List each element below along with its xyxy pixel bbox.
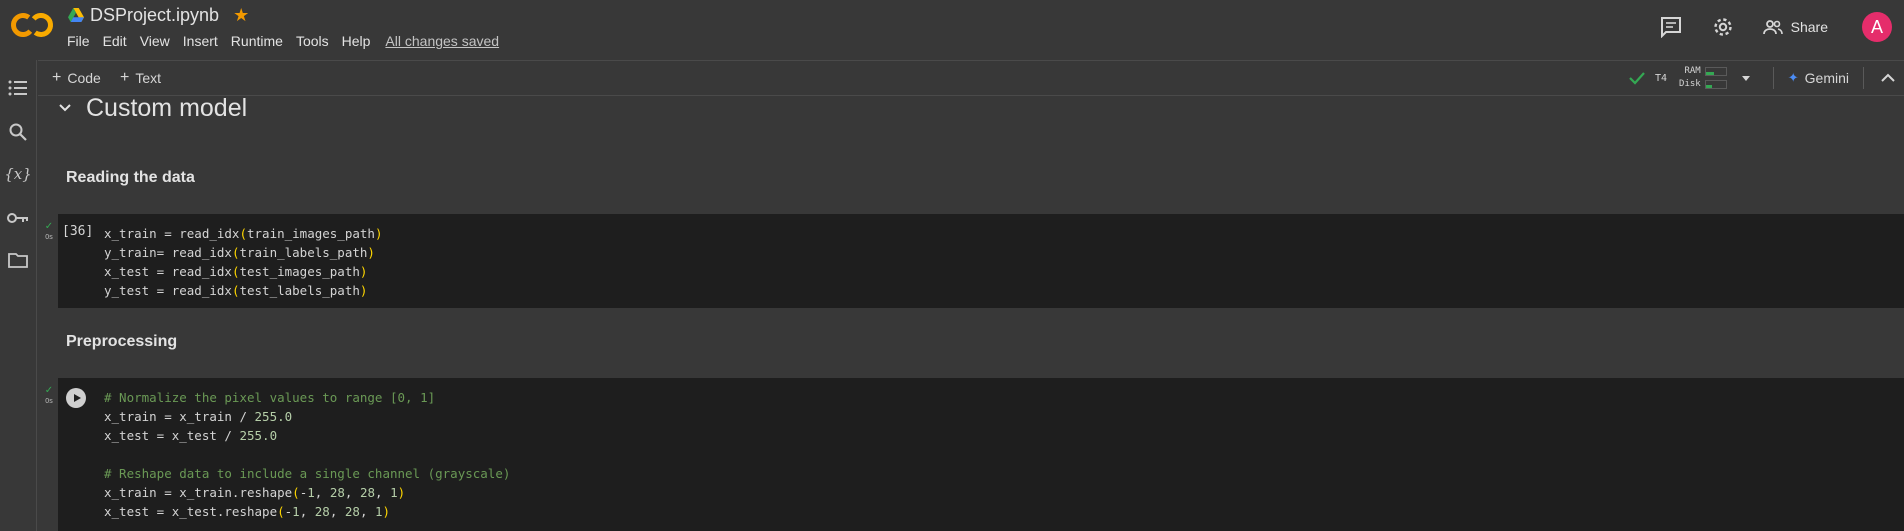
exec-time: 0s <box>45 234 53 241</box>
disk-usage-bar <box>1704 80 1727 89</box>
star-icon[interactable]: ★ <box>233 6 249 24</box>
section-header[interactable]: Custom model <box>58 93 248 122</box>
disk-label: Disk <box>1679 79 1701 89</box>
share-button[interactable]: Share <box>1762 19 1828 35</box>
plus-icon: + <box>52 69 62 86</box>
menu-tools[interactable]: Tools <box>296 33 329 49</box>
add-code-label: Code <box>67 70 101 86</box>
menu-runtime[interactable]: Runtime <box>231 33 283 49</box>
notebook-title[interactable]: DSProject.ipynb <box>90 5 219 26</box>
text-cell-reading-data[interactable]: Reading the data <box>66 169 195 187</box>
menu-insert[interactable]: Insert <box>183 33 218 49</box>
notebook-toolbar: + Code + Text T4 RAM Disk ✦ Gemini <box>38 60 1904 96</box>
search-icon[interactable] <box>6 120 30 144</box>
run-cell-button[interactable] <box>66 388 86 408</box>
divider <box>1863 67 1864 89</box>
collapse-chevron-icon[interactable] <box>58 103 72 113</box>
menu-view[interactable]: View <box>140 33 170 49</box>
table-of-contents-icon[interactable] <box>6 76 30 100</box>
add-code-button[interactable]: + Code <box>52 69 101 87</box>
gemini-button[interactable]: ✦ Gemini <box>1788 70 1849 86</box>
executed-check-icon: ✓ <box>44 221 54 232</box>
code-cell-2[interactable]: ✓ 0s # Normalize the pixel values to ran… <box>45 378 1904 531</box>
notebook-content: Custom model Reading the data ✓ 0s [36] … <box>38 93 1904 531</box>
add-text-label: Text <box>135 70 162 86</box>
execution-count: [36] <box>62 224 94 239</box>
menu-help[interactable]: Help <box>342 33 371 49</box>
comments-icon[interactable] <box>1659 15 1683 39</box>
share-label: Share <box>1790 19 1828 35</box>
menu-edit[interactable]: Edit <box>103 33 127 49</box>
files-folder-icon[interactable] <box>6 248 30 272</box>
header-actions: Share A <box>1659 10 1904 44</box>
left-sidebar: {x} <box>0 60 37 531</box>
menu-bar: File Edit View Insert Runtime Tools Help… <box>67 33 499 49</box>
section-title: Custom model <box>86 93 248 122</box>
title-row: DSProject.ipynb ★ <box>68 4 249 26</box>
people-icon <box>1762 20 1783 35</box>
connected-check-icon <box>1629 72 1645 85</box>
ram-usage-bar <box>1704 67 1727 76</box>
menu-file[interactable]: File <box>67 33 90 49</box>
divider <box>1772 67 1774 89</box>
save-status[interactable]: All changes saved <box>385 33 499 49</box>
gemini-spark-icon: ✦ <box>1787 70 1799 85</box>
code-editor[interactable]: x_train = read_idx(train_images_path) y_… <box>104 224 382 300</box>
ram-label: RAM <box>1684 66 1701 76</box>
variables-icon[interactable]: {x} <box>4 162 32 186</box>
resource-monitor[interactable]: RAM Disk <box>1679 65 1727 91</box>
exec-time: 0s <box>45 398 53 405</box>
settings-gear-icon[interactable] <box>1711 15 1735 39</box>
runtime-type[interactable]: T4 <box>1655 73 1667 84</box>
code-cell-1[interactable]: ✓ 0s [36] x_train = read_idx(train_image… <box>45 214 1904 308</box>
code-editor[interactable]: # Normalize the pixel values to range [0… <box>104 388 510 521</box>
runtime-status: T4 RAM Disk ✦ Gemini <box>1629 61 1904 95</box>
app-header: DSProject.ipynb ★ File Edit View Insert … <box>0 0 1904 60</box>
cell-status: ✓ 0s <box>40 385 58 406</box>
gemini-label: Gemini <box>1804 70 1849 86</box>
plus-icon: + <box>120 69 130 86</box>
executed-check-icon: ✓ <box>44 385 54 396</box>
text-cell-preprocessing[interactable]: Preprocessing <box>66 333 177 351</box>
add-text-button[interactable]: + Text <box>120 69 161 87</box>
user-avatar[interactable]: A <box>1862 12 1892 42</box>
chevron-up-icon[interactable] <box>1878 71 1898 85</box>
chevron-down-icon[interactable] <box>1733 71 1759 85</box>
secrets-key-icon[interactable] <box>6 206 30 230</box>
google-drive-icon[interactable] <box>68 8 84 22</box>
cell-status: ✓ 0s <box>40 221 58 242</box>
colab-logo-icon[interactable] <box>10 10 54 40</box>
